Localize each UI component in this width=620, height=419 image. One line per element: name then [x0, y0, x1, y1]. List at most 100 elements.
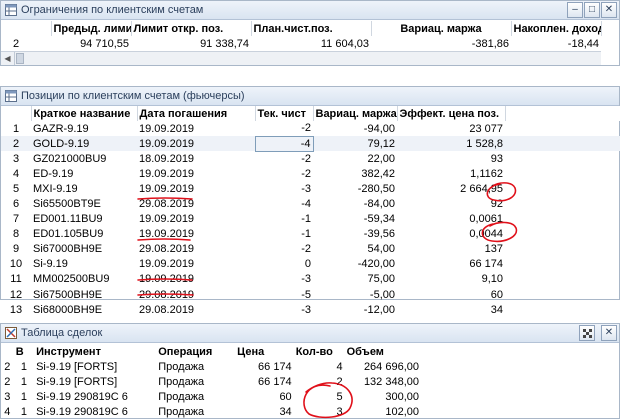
table-row[interactable]: 9 Si67000BH9E 29.08.2019 -2 54,00 137: [1, 242, 620, 257]
col-eff-price[interactable]: Эффект. цена поз.: [397, 106, 506, 121]
eff-price-value: 93: [490, 152, 503, 165]
net-position: -1: [301, 228, 311, 241]
table-row[interactable]: 2 94 710,55 91 338,74 11 604,03 -381,86 …: [1, 36, 601, 51]
eff-price-value: 0,0061: [469, 213, 503, 226]
empty-cell: [505, 227, 620, 242]
col-num[interactable]: [1, 106, 32, 121]
tools-icon[interactable]: [579, 325, 595, 341]
table-row[interactable]: 8 ED01.105BU9 19.09.2019 -1 -39,56 0,0044: [1, 227, 620, 242]
b-flag: 1: [20, 405, 27, 418]
scroll-left-icon[interactable]: ◀: [1, 52, 15, 65]
minimize-button[interactable]: –: [567, 2, 583, 18]
varmargin-value: 79,12: [313, 136, 397, 152]
col-maturity[interactable]: Дата погашения: [137, 106, 256, 121]
volume-value: 300,00: [385, 390, 419, 403]
maturity-date: 18.09.2019: [139, 152, 195, 165]
close-button[interactable]: ✕: [601, 2, 617, 18]
col-accum[interactable]: Накоплен. доход: [511, 21, 602, 36]
table-row[interactable]: 10 Si-9.19 19.09.2019 0 -420,00 66 174: [1, 257, 620, 272]
table-row[interactable]: 7 ED001.11BU9 19.09.2019 -1 -59,34 0,0061: [1, 212, 620, 227]
net-position: -5: [301, 288, 311, 301]
table-row[interactable]: 1 GAZR-9.19 19.09.2019 -2 -94,00 23 077: [1, 121, 620, 136]
table-row[interactable]: 3 1 Si-9.19 290819C 6 Продажа 60 5 300,00: [1, 389, 421, 404]
col-qty[interactable]: Кол-во: [293, 344, 345, 359]
col-prev-limit[interactable]: Предыд. лимит откј: [51, 21, 132, 36]
limits-title: Ограничения по клиентским счетам: [21, 4, 204, 16]
volume-value: 132 348,00: [363, 375, 419, 388]
scroll-thumb[interactable]: [16, 53, 24, 64]
horizontal-scrollbar[interactable]: ◀: [1, 51, 601, 65]
table-row[interactable]: 4 1 Si-9.19 290819C 6 Продажа 34 3 102,00: [1, 404, 421, 419]
instrument: Si-9.19 290819C 6: [36, 405, 128, 418]
b-flag: 1: [20, 375, 27, 388]
limits-titlebar[interactable]: Ограничения по клиентским счетам – □ ✕: [1, 1, 619, 20]
instrument: Si-9.19 [FORTS]: [36, 375, 118, 388]
net-position: -3: [301, 182, 311, 195]
row-num: 4: [12, 167, 20, 180]
qty-value: 2: [336, 375, 343, 388]
short-name: ED01.105BU9: [33, 228, 104, 241]
empty-cell: [505, 272, 620, 287]
table-row[interactable]: 3 GZ021000BU9 18.09.2019 -2 22,00 93: [1, 151, 620, 166]
row-num: 6: [12, 198, 20, 211]
row-num: 4: [4, 405, 11, 418]
table-row[interactable]: 13 Si68000BH9E 29.08.2019 -3 -12,00 34: [1, 302, 620, 317]
col-price[interactable]: Цена: [235, 344, 294, 359]
eff-price-value: 92: [490, 198, 503, 211]
short-name: Si67500BH9E: [33, 288, 103, 301]
col-short-name[interactable]: Краткое название: [31, 106, 138, 121]
table-row[interactable]: 11 MM002500BU9 19.09.2019 -3 75,00 9,10: [1, 272, 620, 287]
b-flag: 1: [20, 390, 27, 403]
net-position: -2: [301, 167, 311, 180]
maturity-date: 29.08.2019: [139, 288, 195, 301]
deals-titlebar[interactable]: Таблица сделок ✕: [1, 324, 619, 343]
row-num: 5: [12, 182, 20, 195]
short-name: GOLD-9.19: [31, 136, 137, 152]
row-num: 10: [9, 258, 23, 271]
table-row[interactable]: 2 1 Si-9.19 [FORTS] Продажа 66 174 2 132 348,0…: [1, 374, 421, 389]
row-num: 8: [12, 228, 20, 241]
short-name: GAZR-9.19: [33, 122, 89, 135]
col-operation[interactable]: Операция: [156, 344, 236, 359]
short-name: Si68000BH9E: [33, 303, 103, 316]
close-button[interactable]: ✕: [601, 325, 617, 341]
eff-price-value: 23 077: [469, 122, 503, 135]
table-row[interactable]: 6 Si65500BT9E 29.08.2019 -4 -84,00 92: [1, 196, 620, 211]
limits-table: Предыд. лимит откј Лимит откр. поз. План…: [1, 21, 602, 51]
table-row[interactable]: 2 GOLD-9.19 19.09.2019 -4 79,12 1 528,8: [1, 135, 620, 152]
maturity-date: 19.09.2019: [139, 182, 195, 195]
price-value: 60: [279, 390, 292, 403]
col-varmargin[interactable]: Вариац. маржа: [371, 21, 512, 36]
maturity-date: 19.09.2019: [139, 228, 195, 241]
table-row[interactable]: 5 MXI-9.19 19.09.2019 -3 -280,50 2 664,95: [1, 181, 620, 196]
col-limit[interactable]: Лимит откр. поз.: [131, 21, 252, 36]
col-b[interactable]: В: [13, 344, 35, 359]
row-num: 3: [12, 152, 20, 165]
col-plan[interactable]: План.чист.поз.: [251, 21, 372, 36]
varmargin-value: -94,00: [363, 122, 395, 135]
net-position: -4: [301, 198, 311, 211]
accum-value: -18,44: [567, 37, 599, 50]
volume-value: 102,00: [385, 405, 419, 418]
instrument: Si-9.19 290819C 6: [36, 390, 128, 403]
table-row[interactable]: 12 Si67500BH9E 29.08.2019 -5 -5,00 60: [1, 287, 620, 302]
col-net[interactable]: Тек. чист: [255, 106, 314, 121]
row-num: 7: [12, 213, 20, 226]
table-row[interactable]: 2 1 Si-9.19 [FORTS] Продажа 66 174 4 264 696,0…: [1, 359, 421, 374]
short-name: GZ021000BU9: [33, 152, 107, 165]
table-row[interactable]: 4 ED-9.19 19.09.2019 -2 382,42 1,1162: [1, 166, 620, 181]
col-instrument[interactable]: Инструмент: [34, 344, 157, 359]
qty-value: 3: [336, 405, 343, 418]
deals-window: Таблица сделок ✕ В Инструмент Операция Ц…: [0, 323, 620, 419]
maturity-date: 19.09.2019: [139, 258, 195, 271]
net-position: -1: [301, 213, 311, 226]
maximize-button[interactable]: □: [584, 2, 600, 18]
col-volume[interactable]: Объем: [344, 344, 421, 359]
varmargin-value: 75,00: [367, 273, 395, 286]
col-varmargin[interactable]: Вариац. маржа: [313, 106, 398, 121]
net-position: -2: [301, 122, 311, 135]
col-num[interactable]: [1, 344, 14, 359]
maturity-date: 19.09.2019: [139, 213, 195, 226]
col-num[interactable]: [1, 21, 52, 36]
positions-titlebar[interactable]: Позиции по клиентским счетам (фьючерсы): [1, 87, 619, 106]
